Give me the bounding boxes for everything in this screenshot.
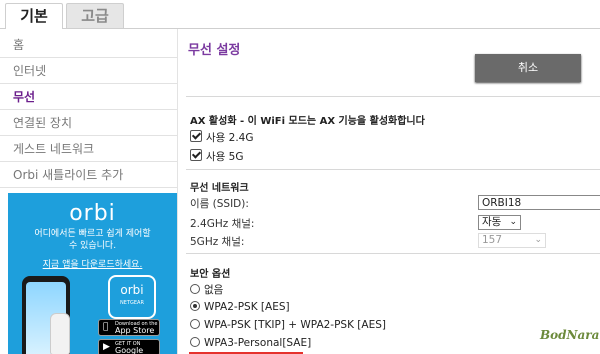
security-wpa2-label: WPA2-PSK [AES] (204, 301, 290, 313)
divider (186, 169, 600, 170)
sidebar-item-add-satellite[interactable]: Orbi 새틀라이트 추가 (0, 162, 177, 188)
page-title: 무선 설정 (188, 43, 241, 58)
use-24g-row: 사용 2.4G (190, 130, 254, 145)
sidebar-item-attached-devices[interactable]: 연결된 장치 (0, 110, 177, 136)
google-play-button[interactable]: ▶ GET IT ON Google Play (98, 339, 160, 354)
security-mixed-radio[interactable] (190, 319, 200, 329)
channel-24-value: 자동 (482, 216, 502, 228)
sidebar-item-wireless[interactable]: 무선 (0, 84, 177, 110)
orbi-device-image (50, 313, 70, 354)
use-5g-checkbox[interactable] (190, 149, 202, 161)
security-none-label: 없음 (204, 284, 224, 296)
divider (186, 96, 600, 97)
security-mixed-label: WPA-PSK [TKIP] + WPA2-PSK [AES] (204, 319, 386, 331)
orbi-logo: orbi (69, 201, 116, 226)
main-panel: 무선 설정 취소 AX 활성화 - 이 WiFi 모드는 AX 기능을 활성화합… (178, 29, 600, 354)
sidebar-item-internet[interactable]: 인터넷 (0, 58, 177, 84)
app-store-button[interactable]:  Download on the App Store (98, 319, 160, 336)
tab-bar: 기본 고급 (0, 0, 600, 29)
google-play-label: Google Play (115, 346, 144, 354)
channel-5-select[interactable]: 157 ⌄ (478, 233, 546, 248)
divider (186, 253, 600, 254)
cancel-button[interactable]: 취소 (475, 54, 581, 82)
app-promo-banner[interactable]: orbi 어디에서든 빠르고 쉽게 제어할 수 있습니다. 지금 앱을 다운로드… (8, 193, 177, 354)
security-wpa3-label: WPA3-Personal[SAE] (204, 337, 312, 349)
ssid-label: 이름 (SSID): (190, 198, 249, 210)
sidebar-item-guest-network[interactable]: 게스트 네트워크 (0, 136, 177, 162)
tab-basic[interactable]: 기본 (5, 3, 63, 29)
channel-24-select[interactable]: 자동 ⌄ (478, 215, 521, 230)
security-wpa2-row: WPA2-PSK [AES] (190, 301, 290, 313)
app-store-label: App Store (115, 326, 155, 335)
orbi-app-icon: orbi NETGEAR (108, 275, 156, 319)
use-5g-row: 사용 5G (190, 149, 243, 164)
channel-24-label: 2.4GHz 채널: (190, 218, 255, 230)
app-icon-subtext: NETGEAR (120, 300, 144, 306)
security-mixed-row: WPA-PSK [TKIP] + WPA2-PSK [AES] (190, 319, 386, 331)
sidebar-item-home[interactable]: 홈 (0, 32, 177, 58)
channel-5-value: 157 (482, 234, 503, 246)
security-none-radio[interactable] (190, 284, 200, 294)
promo-text-line2: 수 있습니다. (68, 241, 117, 251)
ssid-input[interactable]: ORBI18 (478, 195, 600, 210)
tab-advanced[interactable]: 고급 (66, 3, 124, 28)
use-24g-label: 사용 2.4G (206, 132, 254, 144)
chevron-down-icon: ⌄ (509, 217, 517, 227)
app-icon-text: orbi (120, 283, 144, 297)
wireless-network-heading: 무선 네트워크 (190, 183, 249, 194)
ax-heading: AX 활성화 - 이 WiFi 모드는 AX 기능을 활성화합니다 (190, 116, 425, 127)
chevron-down-icon: ⌄ (534, 235, 542, 245)
security-none-row: 없음 (190, 282, 223, 297)
watermark: BodNara (540, 328, 600, 342)
channel-5-label: 5GHz 채널: (190, 236, 245, 248)
use-24g-checkbox[interactable] (190, 130, 202, 142)
use-5g-label: 사용 5G (206, 151, 244, 163)
play-icon: ▶ (103, 342, 110, 352)
security-wpa2-radio[interactable] (190, 301, 200, 311)
apple-icon:  (103, 323, 108, 332)
download-app-link[interactable]: 지금 앱을 다운로드하세요. (8, 257, 177, 270)
security-wpa3-radio[interactable] (190, 337, 200, 347)
security-wpa3-row: WPA3-Personal[SAE] (190, 337, 311, 349)
security-options-heading: 보안 옵션 (190, 269, 231, 280)
